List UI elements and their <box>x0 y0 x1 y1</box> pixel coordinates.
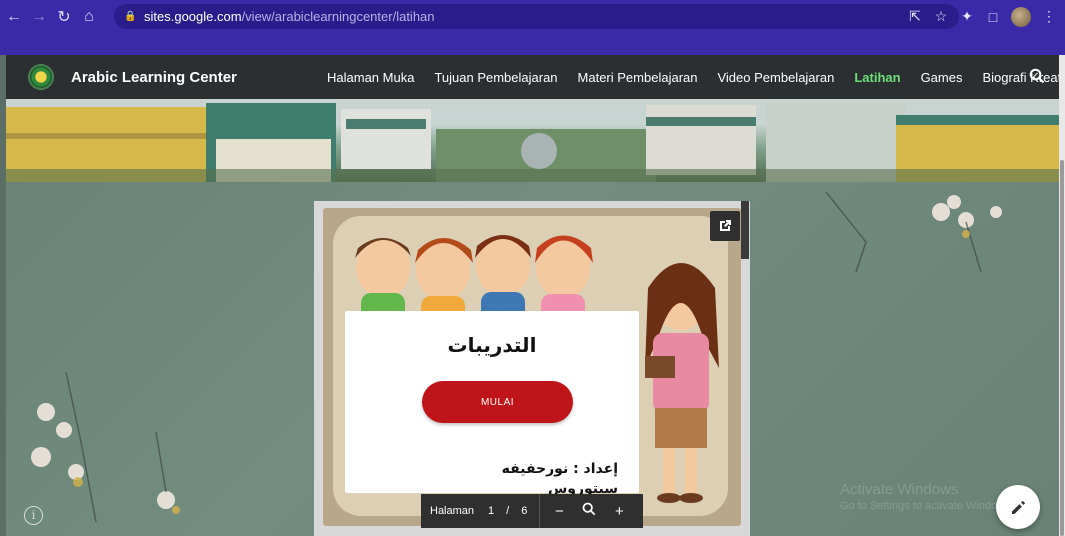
nav-item-materi-pembelajaran[interactable]: Materi Pembelajaran <box>578 70 698 85</box>
zoom-in-icon[interactable]: + <box>604 503 634 520</box>
nav-item-halaman-muka[interactable]: Halaman Muka <box>327 70 414 85</box>
browser-band <box>0 33 1065 55</box>
lock-icon: 🔒 <box>124 10 137 22</box>
viewer-scrollbar[interactable] <box>741 201 749 259</box>
page-scrollbar-thumb[interactable] <box>1060 160 1064 536</box>
info-icon[interactable]: i <box>24 506 43 525</box>
back-icon[interactable]: ← <box>3 8 25 26</box>
site-title[interactable]: Arabic Learning Center <box>71 69 237 86</box>
url-path: /view/arabiclearningcenter/latihan <box>241 9 435 24</box>
browser-toolbar: ← → ↻ ⌂ 🔒 sites.google.com/view/arabicle… <box>0 0 1065 33</box>
site-logo[interactable] <box>28 64 54 90</box>
menu-icon[interactable]: ⋮ <box>1041 8 1057 25</box>
star-icon[interactable]: ☆ <box>933 8 949 25</box>
nav-item-tujuan-pembelajaran[interactable]: Tujuan Pembelajaran <box>434 70 557 85</box>
reload-icon[interactable]: ↻ <box>53 7 75 27</box>
nav-item-video-pembelajaran[interactable]: Video Pembelajaran <box>717 70 834 85</box>
sidebar-icon[interactable]: □ <box>985 9 1001 25</box>
browser-actions: ⇱ ☆ ✦ □ ⋮ <box>907 0 1057 33</box>
start-button[interactable]: MULAI <box>422 381 573 423</box>
zoom-icon[interactable] <box>574 502 604 520</box>
slide-title: التدريبات <box>447 333 537 357</box>
watermark-line-1: Activate Windows <box>840 481 959 498</box>
author-line-1: إعداد : نورحفيفه <box>501 461 618 477</box>
activate-windows-watermark: Activate Windows Go to Settings to activ… <box>840 482 1014 514</box>
nav-item-games[interactable]: Games <box>921 70 963 85</box>
page-label: Halaman <box>430 505 475 517</box>
site-nav: Halaman Muka Tujuan Pembelajaran Materi … <box>327 55 1065 99</box>
current-page[interactable]: 1 <box>488 505 494 517</box>
home-icon[interactable]: ⌂ <box>78 8 100 26</box>
author-credit: إعداد : نورحفيفه سيتوروس <box>478 459 618 499</box>
extensions-icon[interactable]: ✦ <box>959 8 975 25</box>
search-icon[interactable] <box>1029 68 1045 84</box>
toolbar-divider <box>539 494 541 528</box>
forward-icon[interactable]: → <box>28 8 50 26</box>
edit-pencil-icon[interactable] <box>996 485 1040 529</box>
header-banner-image <box>6 99 1059 182</box>
url-host: sites.google.com <box>144 9 242 24</box>
open-in-new-icon[interactable] <box>710 211 740 241</box>
page-separator: / <box>506 505 510 517</box>
zoom-out-icon[interactable]: − <box>544 503 574 520</box>
share-icon[interactable]: ⇱ <box>907 8 923 25</box>
site-header: Arabic Learning Center Halaman Muka Tuju… <box>6 55 1065 99</box>
page-scrollbar[interactable] <box>1059 55 1065 536</box>
slide-toolbar: Halaman 1 / 6 − + <box>421 494 643 528</box>
total-pages: 6 <box>521 505 528 517</box>
nav-item-biografi-kreator[interactable]: Biografi Kreator <box>982 70 1065 85</box>
address-bar[interactable]: 🔒 sites.google.com/view/arabiclearningce… <box>114 4 959 29</box>
nav-item-latihan[interactable]: Latihan <box>854 70 900 85</box>
watermark-line-2: Go to Settings to activate Windows. <box>840 500 1014 512</box>
profile-avatar[interactable] <box>1011 6 1031 27</box>
